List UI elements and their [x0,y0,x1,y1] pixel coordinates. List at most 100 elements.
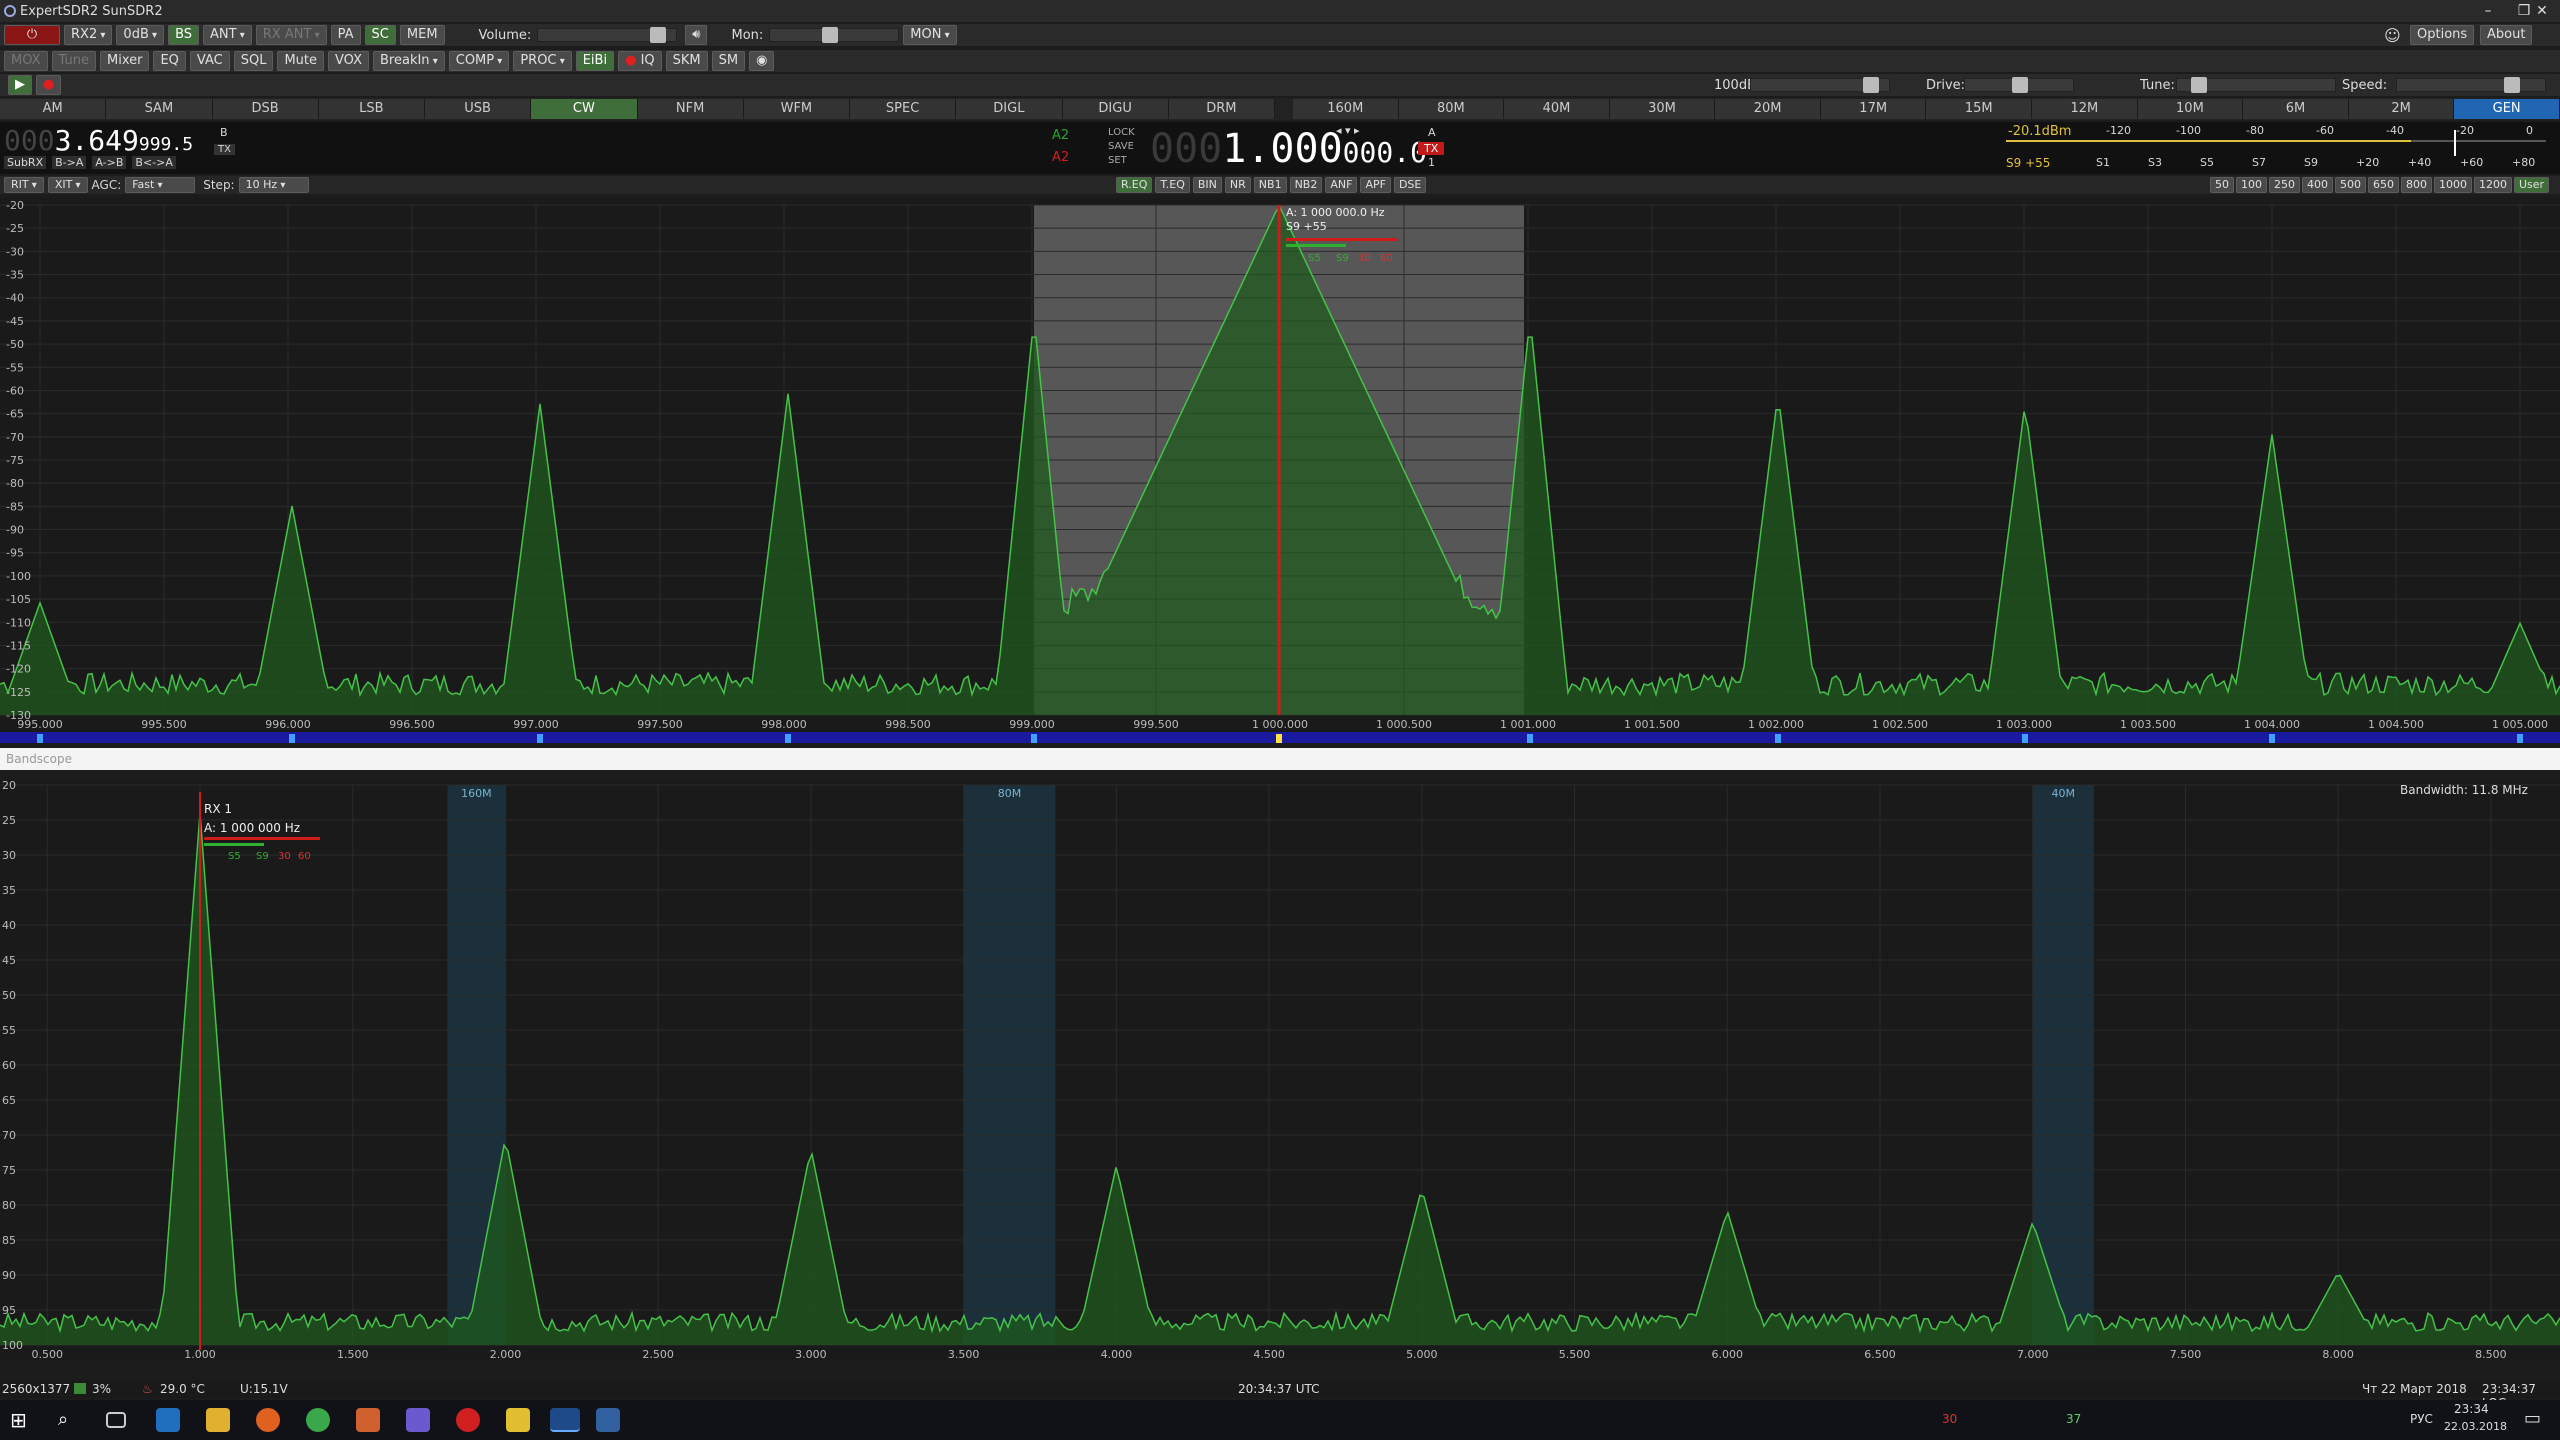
sdr-taskbar-icon[interactable] [550,1408,580,1432]
dsp-bin[interactable]: BIN [1192,177,1222,193]
tune-slider[interactable] [2176,77,2336,93]
filter-400[interactable]: 400 [2302,177,2333,193]
eibi-button[interactable]: EiBi [575,51,615,71]
band-30m[interactable]: 30M [1609,99,1716,119]
filter-user[interactable]: User [2514,177,2550,193]
a-to-b-button[interactable]: A->B [92,156,127,169]
step-select[interactable]: 10 Hz [238,177,309,193]
mode-wfm[interactable]: WFM [743,99,850,119]
app-icon-6[interactable] [406,1408,430,1432]
speed-select[interactable]: Speed: [2342,78,2387,93]
rit-select[interactable]: RIT [4,177,44,193]
drive-slider[interactable] [1964,77,2074,93]
speed-knob[interactable] [2504,77,2521,93]
swap-ab-button[interactable]: B<->A [132,156,176,169]
breakin-select[interactable]: BreakIn [373,51,445,71]
mode-drm[interactable]: DRM [1168,99,1275,119]
bs-button[interactable]: BS [168,25,200,45]
minimize-button[interactable]: – [2470,0,2506,22]
antenna-a2-top[interactable]: A2 [1052,128,1069,143]
filter-650[interactable]: 650 [2368,177,2399,193]
mixer-button[interactable]: Mixer [99,51,150,71]
tune-button[interactable]: Tune [51,51,96,71]
rx-ant-select[interactable]: RX ANT [255,25,327,45]
speaker-button[interactable]: 🔊︎ [685,25,708,45]
options-button[interactable]: Options [2410,25,2475,45]
lock-button[interactable]: LOCK [1108,126,1135,140]
skm-button[interactable]: SKM [665,51,708,71]
vfo-step-arrows[interactable]: ◂ ▾ ▸ [1336,124,1360,137]
user-icon[interactable]: ☺ [2384,26,2401,45]
band-15m[interactable]: 15M [1926,99,2033,119]
dsp-dse[interactable]: DSE [1393,177,1427,193]
windows-start-icon[interactable]: ⊞ [10,1408,34,1432]
mem-button[interactable]: MEM [399,25,445,45]
edge-icon[interactable] [156,1408,180,1432]
band-20m[interactable]: 20M [1715,99,1821,119]
app-icon-8[interactable] [506,1408,530,1432]
bandscope-svg[interactable]: 160M80M40M30M 20253035404550556065707580… [0,780,2560,1360]
record-button[interactable]: ● [36,75,62,95]
mode-cw[interactable]: CW [531,99,638,119]
mon-knob[interactable] [821,27,838,43]
dsp-r-eq[interactable]: R.EQ [1116,177,1153,193]
filter-1200[interactable]: 1200 [2474,177,2512,193]
play-button[interactable]: ▶ [8,75,32,95]
search-icon[interactable]: ⌕ [58,1408,82,1432]
band-6m[interactable]: 6M [2243,99,2349,119]
taskbar-time[interactable]: 23:34 [2454,1402,2489,1416]
vfo-a-freq[interactable]: 1.000 [1222,126,1342,172]
mon-slider[interactable] [769,27,900,43]
eq-button[interactable]: EQ [153,51,186,71]
band-gen[interactable]: GEN [2454,99,2560,119]
mode-sam[interactable]: SAM [106,99,213,119]
sql-button[interactable]: SQL [233,51,274,71]
mode-dsb[interactable]: DSB [212,99,319,119]
filter-250[interactable]: 250 [2269,177,2300,193]
subrx-button[interactable]: SubRX [4,156,47,169]
band-80m[interactable]: 80M [1398,99,1505,119]
chrome-icon[interactable] [306,1408,330,1432]
sc-button[interactable]: SC [364,25,396,45]
keyboard-language[interactable]: РУС [2410,1412,2433,1426]
band-2m[interactable]: 2M [2348,99,2455,119]
sm-button[interactable]: SM [711,51,746,71]
mode-digl[interactable]: DIGL [956,99,1063,119]
dsp-nb2[interactable]: NB2 [1289,177,1323,193]
mute-button[interactable]: Mute [277,51,325,71]
opera-icon[interactable] [456,1408,480,1432]
vfo-a[interactable]: 0001.000000.0 [1150,126,1427,172]
app-icon-10[interactable] [596,1408,620,1432]
firefox-icon[interactable] [256,1408,280,1432]
filter-50[interactable]: 50 [2210,177,2234,193]
vfo-b[interactable]: 0003.649999.5 [4,124,193,157]
filter-100[interactable]: 100 [2236,177,2267,193]
mode-lsb[interactable]: LSB [318,99,425,119]
iq-button[interactable]: ● IQ [618,51,662,71]
dsp-t-eq[interactable]: T.EQ [1155,177,1190,193]
mode-nfm[interactable]: NFM [637,99,744,119]
proc-select[interactable]: PROC [513,51,572,71]
band-40m[interactable]: 40M [1504,99,1610,119]
mode-am[interactable]: AM [0,99,107,119]
mode-spec[interactable]: SPEC [850,99,957,119]
vac-button[interactable]: VAC [189,51,230,71]
gain-select[interactable]: 0dB [116,25,165,45]
panadapter-svg[interactable]: -20 -25 -30 -35 -40 -45 -50 -55 -60 -65 -70 -75 -80 -… [0,198,2560,743]
rx-select[interactable]: RX2 [64,25,113,45]
dsp-nr[interactable]: NR [1224,177,1251,193]
file-explorer-icon[interactable] [206,1408,230,1432]
volume-slider[interactable] [537,27,678,43]
band-17m[interactable]: 17M [1820,99,1927,119]
vox-button[interactable]: VOX [328,51,369,71]
ant-select[interactable]: ANT [203,25,252,45]
speed-slider[interactable] [2396,77,2546,93]
band-10m[interactable]: 10M [2137,99,2244,119]
volume-knob[interactable] [649,27,666,43]
pa-button[interactable]: PA [330,25,361,45]
atten-knob[interactable] [1862,77,1879,93]
xit-select[interactable]: XIT [47,177,88,193]
dsp-nb1[interactable]: NB1 [1253,177,1287,193]
task-view-icon[interactable] [106,1412,126,1428]
tune-knob[interactable] [2191,77,2208,93]
